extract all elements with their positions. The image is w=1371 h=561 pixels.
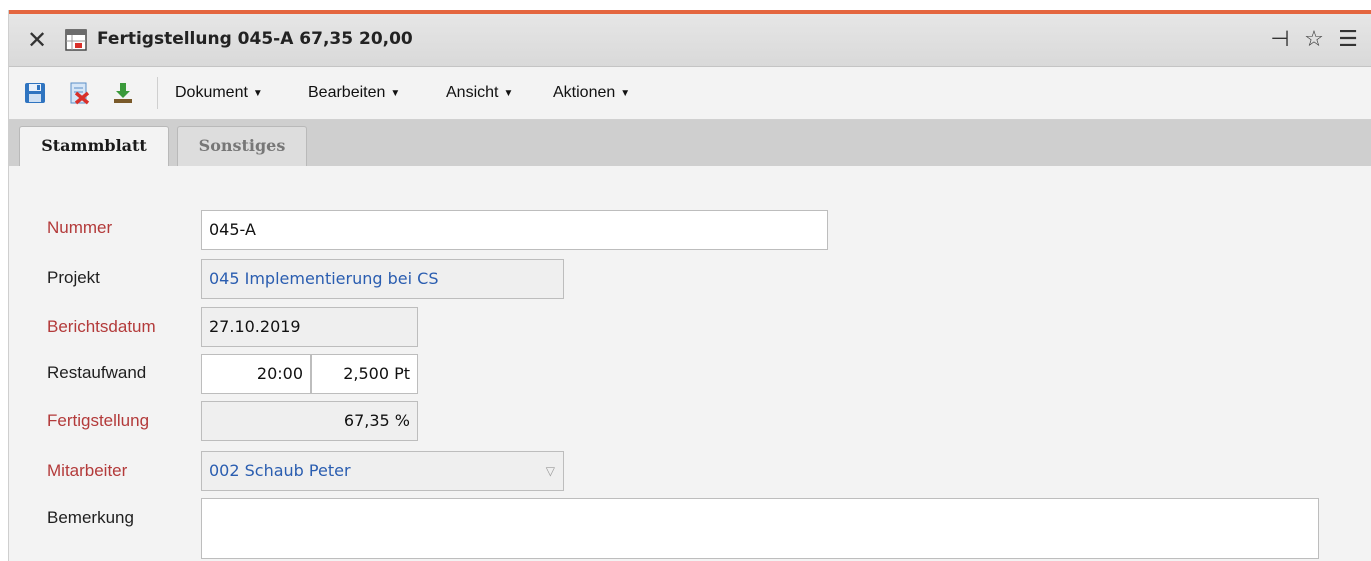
caret-down-icon: ▼ — [620, 88, 631, 99]
tab-sonstiges[interactable]: Sonstiges — [177, 126, 307, 166]
mitarbeiter-value: 002 Schaub Peter — [209, 461, 351, 480]
dropdown-arrow-icon[interactable]: ▽ — [546, 452, 555, 490]
window-title: Fertigstellung 045-A 67,35 20,00 — [97, 29, 413, 49]
nummer-label: Nummer — [47, 218, 113, 237]
close-icon[interactable]: ✕ — [25, 28, 49, 52]
toolbar-separator — [157, 77, 158, 109]
caret-down-icon: ▼ — [503, 88, 514, 99]
berichtsdatum-field[interactable]: 27.10.2019 — [201, 307, 418, 347]
restaufwand-label: Restaufwand — [47, 363, 147, 382]
caret-down-icon: ▼ — [390, 88, 401, 99]
tab-stammblatt[interactable]: Stammblatt — [19, 126, 169, 167]
document-icon — [65, 29, 87, 51]
document-window: ✕ Fertigstellung 045-A 67,35 20,00 ⊣ ☆ ☰ — [8, 10, 1371, 561]
caret-down-icon: ▼ — [252, 88, 263, 99]
fertigstellung-field: 67,35 % — [201, 401, 418, 441]
pin-icon[interactable]: ⊣ — [1266, 26, 1294, 54]
download-icon[interactable] — [111, 81, 135, 105]
menu-aktionen[interactable]: Aktionen ▼ — [553, 67, 630, 119]
menu-icon[interactable]: ☰ — [1334, 26, 1362, 54]
discard-icon[interactable] — [67, 81, 91, 105]
restaufwand-days-field[interactable]: 2,500 Pt — [311, 354, 418, 394]
toolbar: Dokument ▼ Bearbeiten ▼ Ansicht ▼ Aktionen ▼ — [9, 67, 1371, 120]
projekt-label: Projekt — [47, 268, 100, 287]
bemerkung-label: Bemerkung — [47, 508, 134, 527]
mitarbeiter-select[interactable]: 002 Schaub Peter ▽ — [201, 451, 564, 491]
tab-strip: Stammblatt Sonstiges — [9, 120, 1371, 167]
mitarbeiter-label: Mitarbeiter — [47, 461, 128, 480]
star-icon[interactable]: ☆ — [1300, 26, 1328, 54]
save-icon[interactable] — [23, 81, 47, 105]
nummer-field[interactable]: 045-A — [201, 210, 828, 250]
berichtsdatum-label: Berichtsdatum — [47, 317, 156, 336]
menu-dokument[interactable]: Dokument ▼ — [175, 67, 263, 119]
title-bar: ✕ Fertigstellung 045-A 67,35 20,00 ⊣ ☆ ☰ — [9, 14, 1371, 67]
form-stammblatt: Nummer 045-A Projekt 045 Implementierung… — [9, 166, 1371, 561]
bemerkung-textarea[interactable] — [201, 498, 1319, 559]
menu-ansicht[interactable]: Ansicht ▼ — [446, 67, 513, 119]
fertigstellung-label: Fertigstellung — [47, 411, 150, 430]
projekt-field[interactable]: 045 Implementierung bei CS — [201, 259, 564, 299]
restaufwand-hours-field[interactable]: 20:00 — [201, 354, 311, 394]
menu-bearbeiten[interactable]: Bearbeiten ▼ — [308, 67, 400, 119]
